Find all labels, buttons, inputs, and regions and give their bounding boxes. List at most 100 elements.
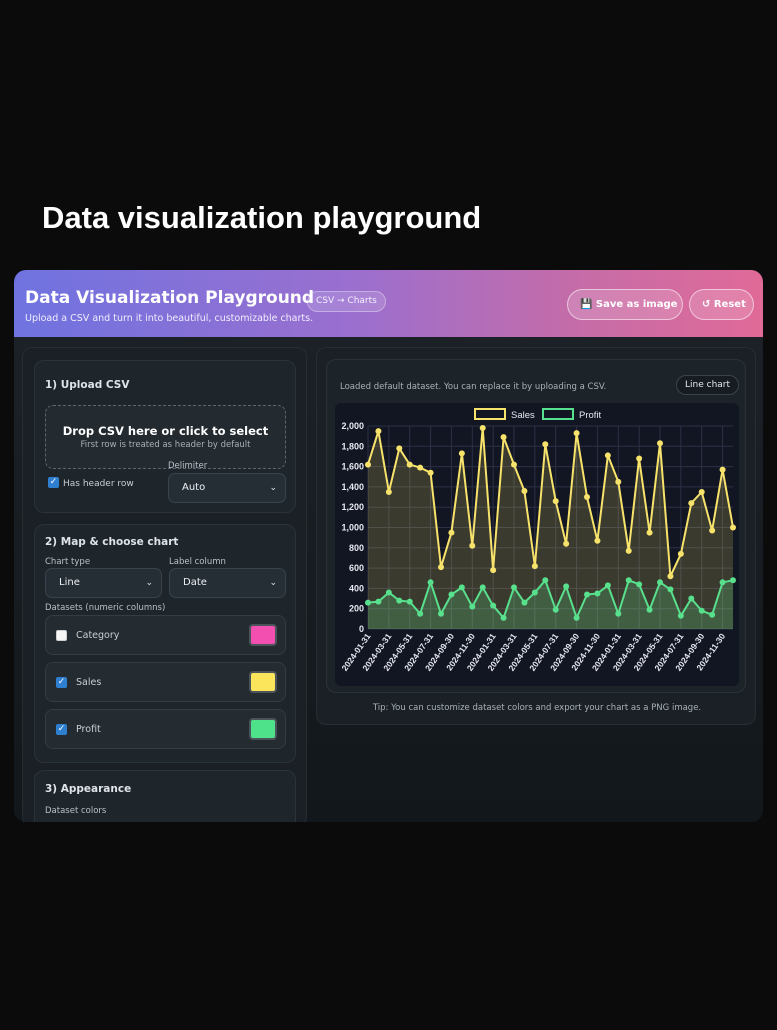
chevron-down-icon: ⌄: [269, 483, 277, 493]
data-point-profit: [469, 603, 476, 610]
dataset-colors-label: Dataset colors: [45, 806, 107, 816]
dataset-checkbox-profit[interactable]: ✓: [56, 724, 67, 735]
dataset-status-text: Loaded default dataset. You can replace …: [340, 382, 607, 392]
chart-panel: Loaded default dataset. You can replace …: [326, 359, 746, 693]
dataset-color-swatch-profit[interactable]: [249, 718, 277, 740]
upload-card: 1) Upload CSV Drop CSV here or click to …: [34, 360, 296, 513]
chevron-down-icon: ⌄: [145, 578, 153, 588]
data-point-sales: [406, 461, 413, 468]
data-point-profit: [688, 595, 695, 602]
y-tick-label: 1,600: [341, 462, 364, 472]
data-point-sales: [604, 452, 611, 459]
data-point-sales: [563, 540, 570, 547]
data-point-profit: [531, 589, 538, 596]
map-card-title: 2) Map & choose chart: [45, 536, 179, 548]
data-point-sales: [469, 542, 476, 549]
data-point-sales: [657, 440, 663, 447]
app-body: 1) Upload CSV Drop CSV here or click to …: [14, 337, 763, 822]
data-point-sales: [552, 498, 559, 505]
has-header-checkbox[interactable]: ✓: [48, 477, 59, 488]
data-point-sales: [625, 547, 632, 554]
controls-column: 1) Upload CSV Drop CSV here or click to …: [22, 347, 307, 822]
chart-canvas: 0 200 400 600 800 1,000 1,200 1,400 1,600 1,800 2,…: [335, 403, 739, 686]
appearance-card-title: 3) Appearance: [45, 783, 132, 795]
appearance-card: 3) Appearance Dataset colors: [34, 770, 296, 822]
dataset-row-profit: ✓ Profit: [45, 709, 286, 749]
chart-type-label: Chart type: [45, 557, 91, 567]
dataset-color-swatch-category[interactable]: [249, 624, 277, 646]
save-as-image-button[interactable]: 💾 Save as image: [567, 289, 683, 320]
data-point-sales: [500, 434, 507, 441]
app-header: Data Visualization Playground CSV → Char…: [14, 270, 763, 337]
data-point-profit: [438, 610, 444, 617]
datasets-label: Datasets (numeric columns): [45, 603, 166, 613]
data-point-profit: [730, 577, 736, 584]
chart-type-pill: Line chart: [676, 375, 740, 395]
legend-swatch-profit: [542, 408, 574, 420]
data-point-sales: [677, 550, 684, 557]
data-point-profit: [604, 582, 611, 589]
data-point-sales: [375, 428, 382, 435]
delimiter-label: Delimiter: [168, 461, 208, 471]
dataset-checkbox-category[interactable]: [56, 630, 67, 641]
data-point-profit: [458, 584, 465, 591]
dataset-row-category: Category: [45, 615, 286, 655]
legend-label-profit: Profit: [579, 410, 602, 421]
app-title: Data Visualization Playground: [25, 288, 315, 308]
chevron-down-icon: ⌄: [269, 578, 277, 588]
chart-column: Loaded default dataset. You can replace …: [316, 347, 756, 725]
dataset-checkbox-sales[interactable]: ✓: [56, 677, 67, 688]
data-point-profit: [615, 610, 622, 617]
label-column-select[interactable]: Date ⌄: [169, 568, 286, 598]
y-tick-label: 800: [349, 543, 364, 553]
data-point-profit: [698, 607, 705, 614]
format-badge: CSV → Charts: [307, 291, 386, 312]
app-window: Data Visualization Playground CSV → Char…: [14, 270, 763, 822]
delimiter-select[interactable]: Auto ⌄: [168, 473, 286, 503]
data-point-profit: [573, 614, 580, 621]
data-point-sales: [573, 430, 580, 437]
dataset-color-swatch-sales[interactable]: [249, 671, 277, 693]
map-card: 2) Map & choose chart Chart type Line ⌄ …: [34, 524, 296, 763]
data-point-profit: [719, 579, 726, 586]
reset-button[interactable]: ↺ Reset: [689, 289, 754, 320]
data-point-sales: [688, 500, 695, 507]
data-point-profit: [709, 611, 716, 618]
y-tick-label: 2,000: [341, 421, 364, 431]
data-point-sales: [479, 425, 486, 432]
data-point-sales: [719, 466, 726, 473]
csv-dropzone[interactable]: Drop CSV here or click to select First r…: [45, 405, 286, 469]
app-subtitle: Upload a CSV and turn it into beautiful,…: [25, 313, 314, 324]
y-tick-label: 1,000: [341, 523, 364, 533]
data-point-sales: [730, 524, 736, 531]
data-point-profit: [552, 606, 559, 613]
dataset-name: Category: [76, 630, 120, 641]
chart-type-select[interactable]: Line ⌄: [45, 568, 162, 598]
data-point-profit: [584, 591, 590, 598]
y-tick-label: 400: [349, 583, 364, 593]
data-point-sales: [542, 441, 549, 448]
delimiter-value: Auto: [182, 482, 206, 493]
line-chart: 02004006008001,0001,2001,4001,6001,8002,…: [340, 408, 736, 673]
legend-swatch-sales: [474, 408, 506, 420]
data-point-sales: [594, 537, 601, 544]
label-column-value: Date: [183, 577, 207, 588]
data-point-profit: [677, 612, 684, 619]
data-point-sales: [584, 494, 590, 501]
label-column-label: Label column: [169, 557, 226, 567]
legend-label-sales: Sales: [511, 410, 535, 421]
dataset-name: Sales: [76, 677, 102, 688]
data-point-profit: [511, 584, 517, 591]
data-point-sales: [709, 527, 716, 534]
data-point-profit: [667, 586, 674, 593]
data-point-profit: [406, 598, 413, 605]
chart-type-value: Line: [59, 577, 80, 588]
page-heading: Data visualization playground: [42, 200, 482, 235]
data-point-profit: [542, 577, 549, 584]
data-point-sales: [438, 564, 444, 571]
data-point-sales: [521, 487, 528, 494]
data-point-profit: [427, 579, 434, 586]
y-tick-label: 600: [349, 563, 364, 573]
data-point-profit: [594, 590, 601, 597]
data-point-sales: [646, 529, 653, 536]
